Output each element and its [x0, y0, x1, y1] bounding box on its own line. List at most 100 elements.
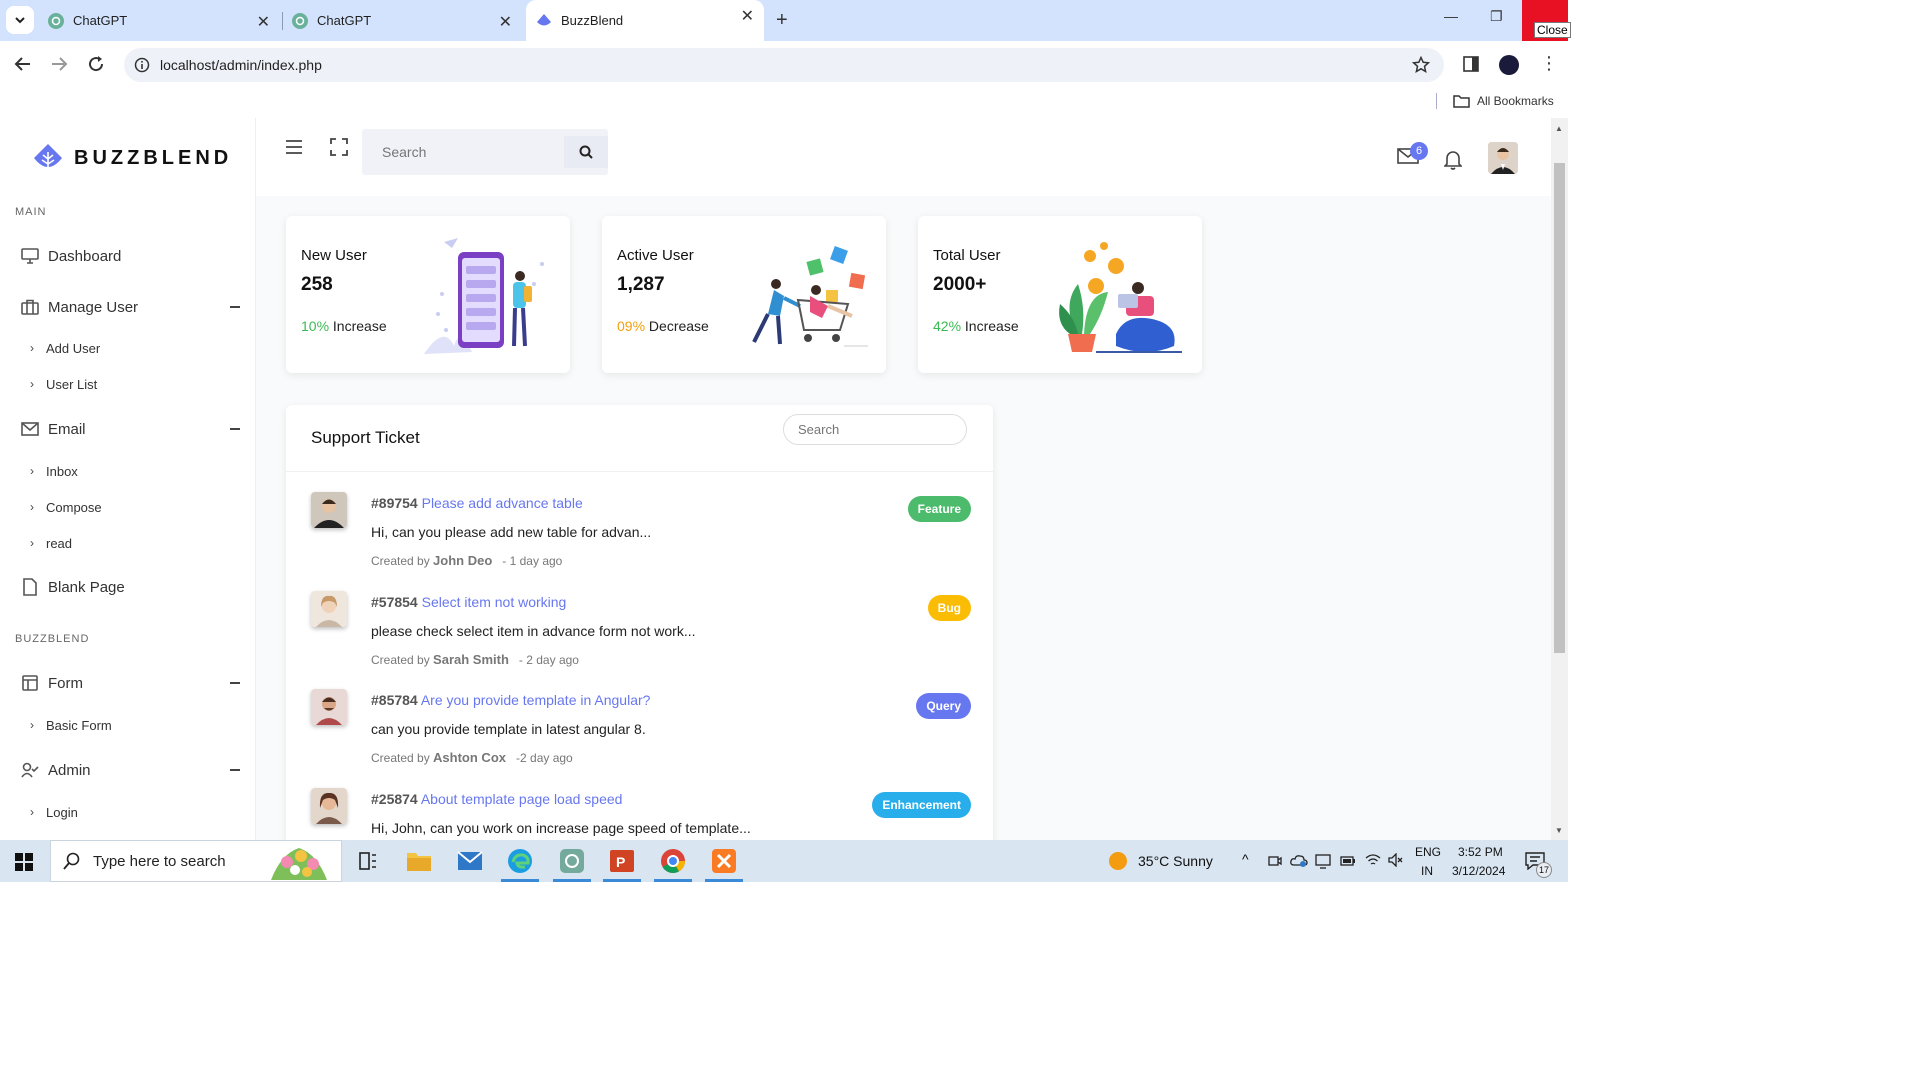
header-search-input[interactable]	[362, 129, 565, 175]
ticket-search-input[interactable]	[783, 414, 967, 445]
sidebar-subitem-compose[interactable]: › Compose	[30, 497, 102, 517]
user-avatar[interactable]	[1488, 142, 1518, 174]
profile-icon[interactable]	[1499, 55, 1519, 75]
site-info-icon[interactable]	[134, 57, 150, 73]
weather-text[interactable]: 35°C Sunny	[1138, 853, 1213, 869]
tab-close-icon[interactable]: ✕	[257, 12, 270, 32]
stat-card-active-user: Active User 1,287 09% Decrease	[602, 216, 886, 373]
fullscreen-icon[interactable]	[330, 138, 348, 156]
ticket-heading: #57854 Select item not working	[371, 594, 566, 610]
sidebar: BUZZBLEND MAIN Dashboard Manage User › A…	[0, 118, 256, 840]
browser-menu-icon[interactable]: ⋮	[1540, 54, 1558, 72]
onedrive-icon[interactable]	[1290, 853, 1308, 867]
collapse-icon[interactable]	[230, 428, 240, 430]
page-scrollbar[interactable]: ▲ ▼	[1551, 118, 1568, 840]
all-bookmarks[interactable]: All Bookmarks	[1436, 93, 1554, 109]
change-percent: 09%	[617, 318, 646, 334]
address-bar[interactable]: localhost/admin/index.php	[124, 48, 1444, 82]
sidebar-subitem-login[interactable]: › Login	[30, 802, 78, 822]
scroll-up-arrow[interactable]: ▲	[1555, 124, 1563, 133]
sidebar-item-form[interactable]: Form	[20, 670, 242, 696]
ticket-heading: #85784 Are you provide template in Angul…	[371, 692, 650, 708]
ticket-subject-link[interactable]: Please add advance table	[422, 495, 583, 511]
sidebar-item-admin[interactable]: Admin	[20, 757, 242, 783]
money-plant-illustration	[1059, 242, 1182, 353]
tab-separator	[282, 12, 283, 30]
clock-date[interactable]: 3/12/2024	[1452, 864, 1505, 878]
ticket-subject-link[interactable]: Select item not working	[422, 594, 567, 610]
tab-close-icon[interactable]: ✕	[741, 6, 754, 26]
chevron-right-icon: ›	[30, 718, 34, 732]
windows-start-icon[interactable]	[15, 853, 33, 871]
sidebar-subitem-add-user[interactable]: › Add User	[30, 338, 100, 358]
browser-tab-strip: ChatGPT ✕ ChatGPT ✕ BuzzBlend ✕ + — ❐ Cl…	[0, 0, 1571, 41]
ticket-item[interactable]: #57854 Select item not working please ch…	[311, 591, 971, 671]
bell-icon[interactable]	[1444, 150, 1462, 170]
sidebar-subitem-user-list[interactable]: › User List	[30, 374, 97, 394]
browser-tab-buzzblend[interactable]: BuzzBlend ✕	[526, 0, 764, 41]
hamburger-menu-icon[interactable]	[285, 140, 303, 154]
volume-muted-icon[interactable]	[1388, 853, 1404, 867]
ticket-meta: Created by Sarah Smith - 2 day ago	[371, 652, 579, 667]
ticket-subject-link[interactable]: About template page load speed	[421, 791, 623, 807]
ticket-description: please check select item in advance form…	[371, 623, 696, 639]
collapse-icon[interactable]	[230, 682, 240, 684]
task-view-icon[interactable]	[359, 852, 377, 870]
avatar	[311, 788, 347, 824]
display-icon[interactable]	[1315, 853, 1331, 869]
language-code[interactable]: ENG	[1415, 845, 1441, 859]
bookmark-star-icon[interactable]	[1412, 56, 1430, 74]
sidebar-subitem-read[interactable]: › read	[30, 533, 72, 553]
window-close-button[interactable]: Close	[1522, 0, 1571, 41]
sidebar-item-dashboard[interactable]: Dashboard	[20, 243, 242, 269]
browser-tab-chatgpt-1[interactable]: ChatGPT ✕	[48, 6, 280, 35]
minimize-button[interactable]: —	[1444, 8, 1458, 24]
file-explorer-icon[interactable]	[404, 846, 434, 876]
taskbar-search-box[interactable]: Type here to search	[50, 840, 342, 882]
scrollbar-thumb[interactable]	[1554, 163, 1565, 653]
sidebar-item-label: Dashboard	[48, 247, 122, 265]
tab-close-icon[interactable]: ✕	[499, 12, 512, 32]
reload-icon[interactable]	[87, 55, 105, 73]
avatar	[311, 689, 347, 725]
chrome-icon[interactable]	[654, 846, 692, 882]
scroll-down-arrow[interactable]: ▼	[1555, 826, 1563, 835]
chevron-right-icon: ›	[30, 341, 34, 355]
restore-button[interactable]: ❐	[1490, 8, 1503, 25]
powerpoint-icon[interactable]: P	[603, 846, 641, 882]
chatgpt-app-icon[interactable]	[553, 846, 591, 882]
meet-now-icon[interactable]	[1268, 854, 1282, 868]
browser-tab-chatgpt-2[interactable]: ChatGPT ✕	[292, 6, 522, 35]
new-tab-button[interactable]: +	[776, 9, 788, 32]
header-search-button[interactable]	[564, 136, 608, 168]
language-region[interactable]: IN	[1421, 864, 1433, 878]
chevron-right-icon: ›	[30, 500, 34, 514]
sidebar-subitem-basic-form[interactable]: › Basic Form	[30, 715, 112, 735]
sidebar-subitem-inbox[interactable]: › Inbox	[30, 461, 78, 481]
collapse-icon[interactable]	[230, 306, 240, 308]
back-arrow-icon[interactable]	[14, 55, 32, 73]
ticket-author: John Deo	[433, 553, 493, 568]
avatar	[311, 492, 347, 528]
xampp-icon[interactable]	[705, 846, 743, 882]
mail-app-icon[interactable]	[455, 846, 485, 876]
forward-arrow-icon[interactable]	[50, 55, 68, 73]
collapse-icon[interactable]	[230, 769, 240, 771]
chevron-up-icon[interactable]: ^	[1242, 851, 1249, 867]
logo[interactable]: BUZZBLEND	[32, 142, 232, 174]
sidebar-item-email[interactable]: Email	[20, 416, 242, 442]
tab-search-button[interactable]	[6, 6, 34, 34]
wifi-icon[interactable]	[1365, 853, 1381, 867]
weather-sun-icon[interactable]	[1108, 851, 1128, 871]
side-panel-icon[interactable]	[1463, 56, 1479, 72]
battery-icon[interactable]	[1340, 855, 1356, 867]
edge-browser-icon[interactable]	[501, 846, 539, 882]
ticket-item[interactable]: #89754 Please add advance table Hi, can …	[311, 492, 971, 572]
briefcase-icon	[20, 299, 40, 315]
clock-time[interactable]: 3:52 PM	[1458, 845, 1503, 859]
sidebar-item-manage-user[interactable]: Manage User	[20, 294, 242, 320]
ticket-item[interactable]: #85784 Are you provide template in Angul…	[311, 689, 971, 769]
ticket-item[interactable]: #25874 About template page load speed Hi…	[311, 788, 971, 840]
ticket-subject-link[interactable]: Are you provide template in Angular?	[421, 692, 651, 708]
sidebar-item-blank-page[interactable]: Blank Page	[20, 574, 242, 600]
